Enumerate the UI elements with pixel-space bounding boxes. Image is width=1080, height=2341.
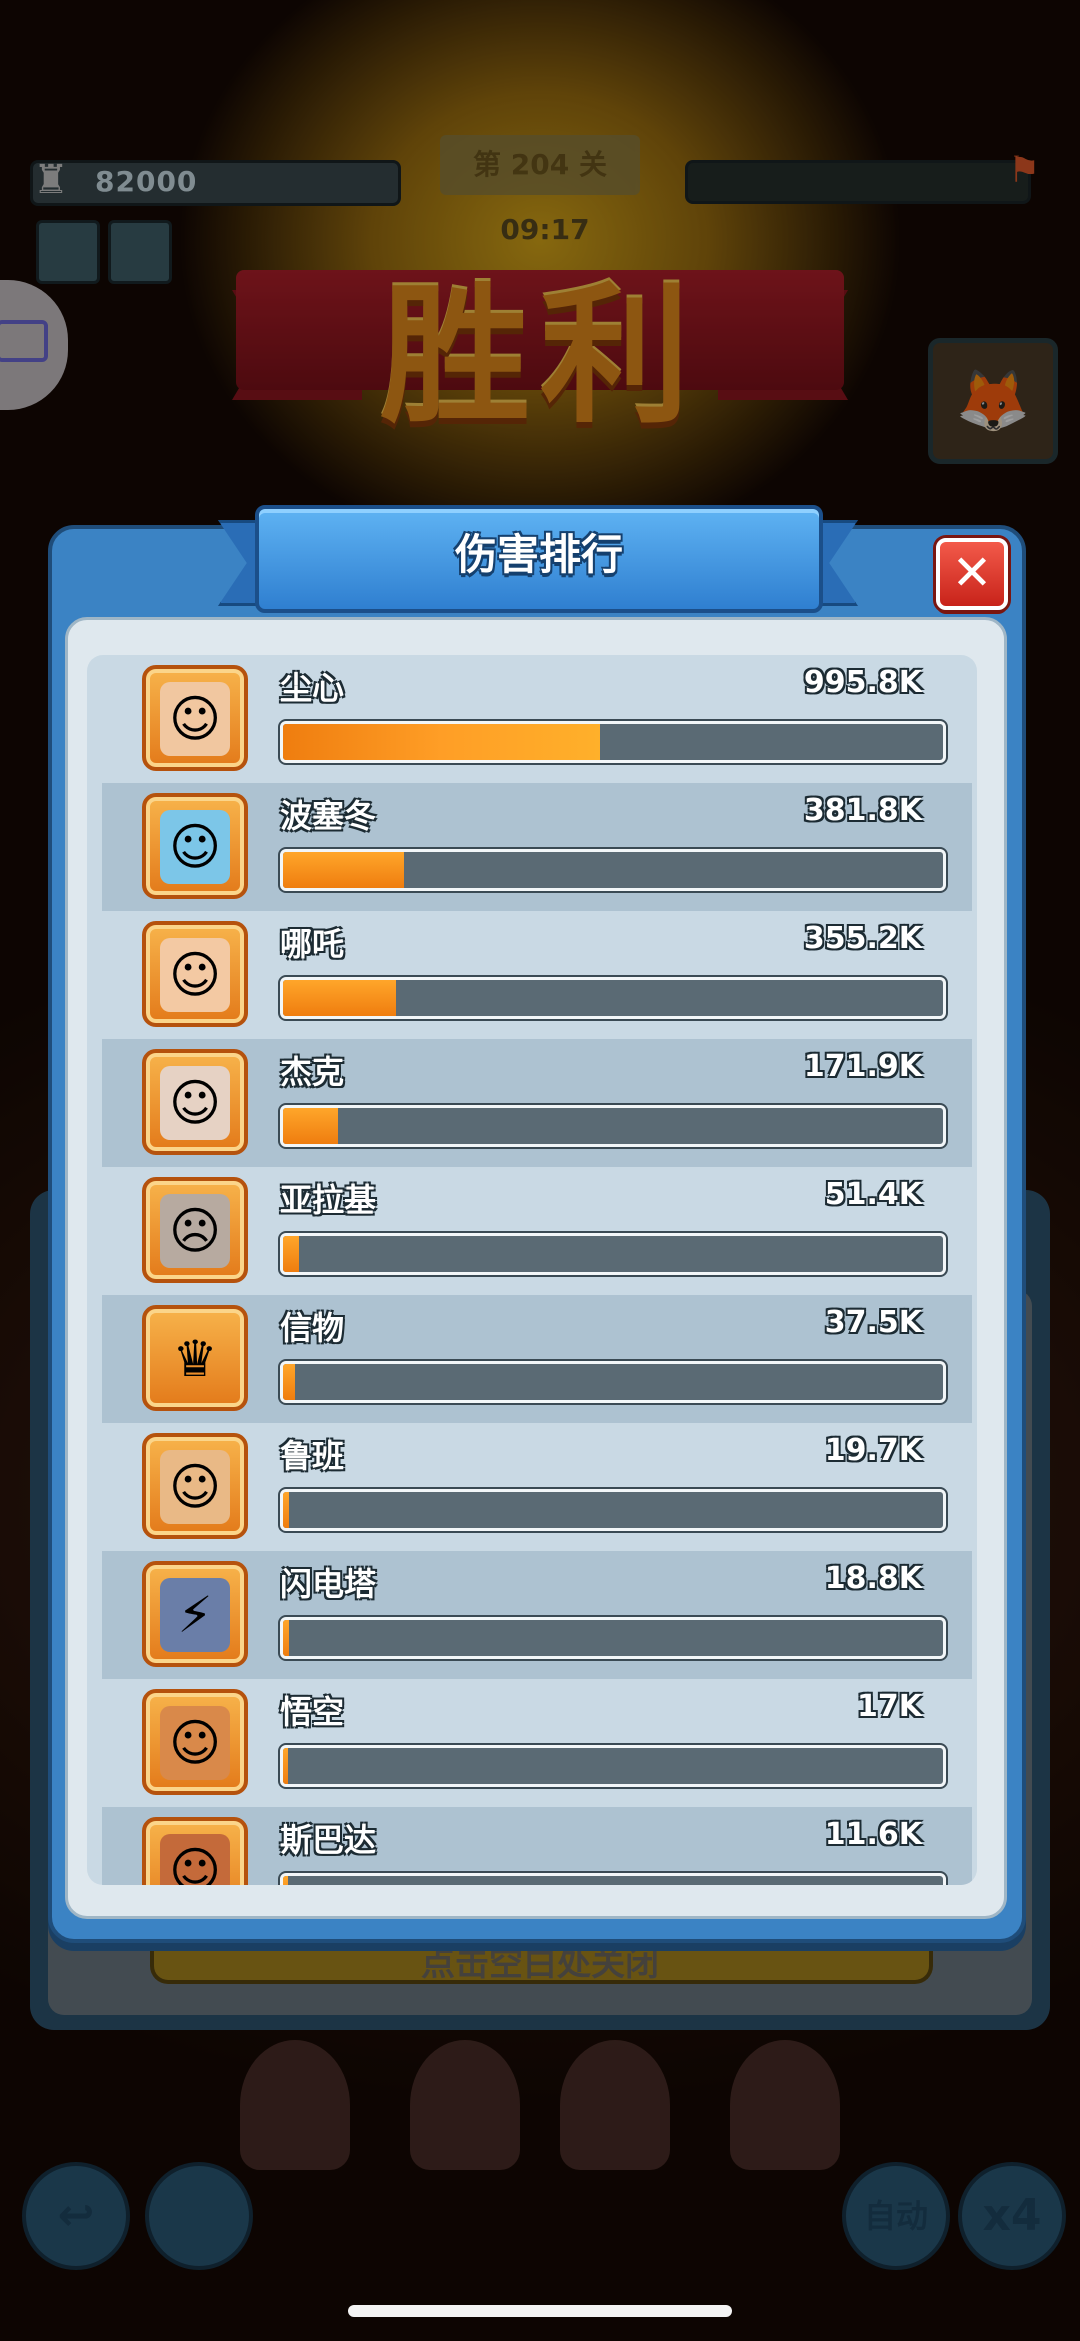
ranking-row: ☺ 波塞冬 381.8K bbox=[102, 783, 972, 911]
row-damage-value: 381.8K bbox=[803, 793, 922, 828]
damage-bar-fill bbox=[283, 980, 396, 1016]
hero-sparta-icon: ☺ bbox=[142, 1817, 248, 1885]
ranking-row: ☹ 亚拉基 51.4K bbox=[102, 1167, 972, 1295]
ranking-row: ☺ 哪吒 355.2K bbox=[102, 911, 972, 1039]
ranking-row: ☺ 悟空 17K bbox=[102, 1679, 972, 1807]
damage-bar-fill bbox=[283, 724, 600, 760]
row-name: 哪吒 bbox=[280, 925, 345, 963]
row-name: 波塞冬 bbox=[280, 797, 377, 835]
lightning-tower-icon: ⚡ bbox=[142, 1561, 248, 1667]
row-name: 亚拉基 bbox=[280, 1181, 377, 1219]
portrait: ☹ bbox=[160, 1194, 230, 1268]
row-name: 鲁班 bbox=[280, 1437, 345, 1475]
damage-bar-fill bbox=[283, 1748, 289, 1784]
portrait: ♛ bbox=[172, 1330, 218, 1388]
hero-nezha-icon: ☺ bbox=[142, 921, 248, 1027]
ranking-row: ☺ 鲁班 19.7K bbox=[102, 1423, 972, 1551]
ranking-list[interactable]: ☺ 尘心 995.8K ☺ 波塞冬 381.8K ☺ 哪吒 355.2K ☺ 杰克 171.9K ☹ 亚拉… bbox=[87, 655, 977, 1885]
damage-bar bbox=[280, 1745, 946, 1787]
portrait: ☺ bbox=[160, 682, 230, 756]
portrait: ☺ bbox=[160, 1834, 230, 1885]
ranking-row: ☺ 斯巴达 11.6K bbox=[102, 1807, 972, 1885]
close-button[interactable]: ✕ bbox=[936, 538, 1008, 610]
damage-bar-fill bbox=[283, 1236, 300, 1272]
row-damage-value: 51.4K bbox=[824, 1177, 922, 1212]
portrait: ☺ bbox=[160, 1450, 230, 1524]
damage-bar bbox=[280, 1105, 946, 1147]
hero-yalaji-icon: ☹ bbox=[142, 1177, 248, 1283]
ranking-row: ⚡ 闪电塔 18.8K bbox=[102, 1551, 972, 1679]
dialog-title: 伤害排行 bbox=[454, 530, 623, 579]
token-icon: ♛ bbox=[142, 1305, 248, 1411]
row-damage-value: 37.5K bbox=[824, 1305, 922, 1340]
damage-bar bbox=[280, 1361, 946, 1403]
damage-bar bbox=[280, 1233, 946, 1275]
row-name: 斯巴达 bbox=[280, 1821, 377, 1859]
row-damage-value: 11.6K bbox=[824, 1817, 922, 1852]
damage-bar bbox=[280, 1489, 946, 1531]
hero-jack-icon: ☺ bbox=[142, 1049, 248, 1155]
row-damage-value: 19.7K bbox=[824, 1433, 922, 1468]
close-icon: ✕ bbox=[951, 545, 993, 601]
portrait: ☺ bbox=[160, 938, 230, 1012]
row-damage-value: 18.8K bbox=[824, 1561, 922, 1596]
portrait: ☺ bbox=[160, 1706, 230, 1780]
home-indicator[interactable] bbox=[348, 2305, 732, 2317]
damage-bar-fill bbox=[283, 1620, 289, 1656]
damage-bar-fill bbox=[283, 1876, 289, 1885]
damage-bar bbox=[280, 977, 946, 1019]
portrait: ☺ bbox=[160, 1066, 230, 1140]
row-name: 闪电塔 bbox=[280, 1565, 377, 1603]
hero-wukong-icon: ☺ bbox=[142, 1689, 248, 1795]
portrait: ☺ bbox=[160, 810, 230, 884]
row-name: 杰克 bbox=[280, 1053, 345, 1091]
damage-bar-fill bbox=[283, 852, 405, 888]
damage-bar-fill bbox=[283, 1364, 295, 1400]
hero-chenxin-icon: ☺ bbox=[142, 665, 248, 771]
hero-luban-icon: ☺ bbox=[142, 1433, 248, 1539]
damage-bar bbox=[280, 1873, 946, 1885]
hero-poseidon-icon: ☺ bbox=[142, 793, 248, 899]
damage-bar bbox=[280, 721, 946, 763]
damage-bar-fill bbox=[283, 1492, 290, 1528]
row-name: 悟空 bbox=[280, 1693, 345, 1731]
row-damage-value: 171.9K bbox=[803, 1049, 922, 1084]
damage-bar-fill bbox=[283, 1108, 338, 1144]
ranking-row: ☺ 杰克 171.9K bbox=[102, 1039, 972, 1167]
row-name: 信物 bbox=[280, 1309, 345, 1347]
portrait: ⚡ bbox=[160, 1578, 230, 1652]
row-damage-value: 355.2K bbox=[803, 921, 922, 956]
ranking-row: ☺ 尘心 995.8K bbox=[102, 655, 972, 783]
damage-bar bbox=[280, 849, 946, 891]
ranking-row: ♛ 信物 37.5K bbox=[102, 1295, 972, 1423]
damage-bar bbox=[280, 1617, 946, 1659]
row-damage-value: 17K bbox=[857, 1689, 922, 1724]
row-name: 尘心 bbox=[280, 669, 345, 707]
row-damage-value: 995.8K bbox=[803, 665, 922, 700]
